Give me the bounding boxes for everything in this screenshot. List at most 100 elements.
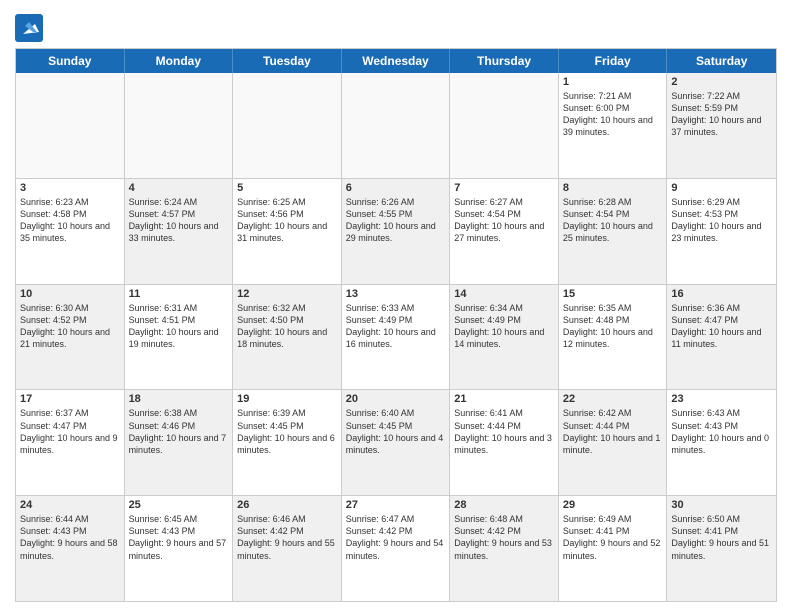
- cell-info: Sunrise: 6:34 AM Sunset: 4:49 PM Dayligh…: [454, 302, 554, 351]
- day-number: 4: [129, 182, 229, 194]
- calendar-cell: 16 Sunrise: 6:36 AM Sunset: 4:47 PM Dayli…: [667, 285, 776, 390]
- cell-info: Sunrise: 6:41 AM Sunset: 4:44 PM Dayligh…: [454, 407, 554, 456]
- cell-info: Sunrise: 6:27 AM Sunset: 4:54 PM Dayligh…: [454, 196, 554, 245]
- cell-info: Sunrise: 6:33 AM Sunset: 4:49 PM Dayligh…: [346, 302, 446, 351]
- calendar-cell: 27 Sunrise: 6:47 AM Sunset: 4:42 PM Dayli…: [342, 496, 451, 601]
- calendar-cell: 23Sunrise: 6:43 AM Sunset: 4:43 PM Dayli…: [667, 390, 776, 495]
- calendar-cell: 12Sunrise: 6:32 AM Sunset: 4:50 PM Dayli…: [233, 285, 342, 390]
- day-number: 2: [671, 76, 772, 88]
- header-cell-tuesday: Tuesday: [233, 49, 342, 73]
- day-number: 16: [671, 288, 772, 300]
- calendar-cell: 7 Sunrise: 6:27 AM Sunset: 4:54 PM Daylig…: [450, 179, 559, 284]
- cell-info: Sunrise: 6:46 AM Sunset: 4:42 PM Dayligh…: [237, 513, 337, 562]
- day-number: 29: [563, 499, 663, 511]
- day-number: 7: [454, 182, 554, 194]
- day-number: 21: [454, 393, 554, 405]
- cell-info: Sunrise: 7:21 AM Sunset: 6:00 PM Dayligh…: [563, 90, 663, 139]
- page: SundayMondayTuesdayWednesdayThursdayFrid…: [0, 0, 792, 612]
- calendar-cell: [342, 73, 451, 178]
- day-number: 20: [346, 393, 446, 405]
- day-number: 3: [20, 182, 120, 194]
- cell-info: Sunrise: 6:26 AM Sunset: 4:55 PM Dayligh…: [346, 196, 446, 245]
- cell-info: Sunrise: 6:42 AM Sunset: 4:44 PM Dayligh…: [563, 407, 663, 456]
- cell-info: Sunrise: 6:29 AM Sunset: 4:53 PM Dayligh…: [671, 196, 772, 245]
- calendar-cell: 3 Sunrise: 6:23 AM Sunset: 4:58 PM Daylig…: [16, 179, 125, 284]
- calendar-cell: 1Sunrise: 7:21 AM Sunset: 6:00 PM Daylig…: [559, 73, 668, 178]
- cell-info: Sunrise: 6:35 AM Sunset: 4:48 PM Dayligh…: [563, 302, 663, 351]
- calendar-cell: 19Sunrise: 6:39 AM Sunset: 4:45 PM Dayli…: [233, 390, 342, 495]
- header-cell-saturday: Saturday: [667, 49, 776, 73]
- day-number: 13: [346, 288, 446, 300]
- calendar-cell: 5 Sunrise: 6:25 AM Sunset: 4:56 PM Daylig…: [233, 179, 342, 284]
- day-number: 24: [20, 499, 120, 511]
- day-number: 8: [563, 182, 663, 194]
- cell-info: Sunrise: 6:47 AM Sunset: 4:42 PM Dayligh…: [346, 513, 446, 562]
- calendar-cell: 28Sunrise: 6:48 AM Sunset: 4:42 PM Dayli…: [450, 496, 559, 601]
- cell-info: Sunrise: 6:24 AM Sunset: 4:57 PM Dayligh…: [129, 196, 229, 245]
- calendar-row: 1Sunrise: 7:21 AM Sunset: 6:00 PM Daylig…: [16, 73, 776, 179]
- calendar-row: 10 Sunrise: 6:30 AM Sunset: 4:52 PM Dayli…: [16, 285, 776, 391]
- calendar-cell: 8Sunrise: 6:28 AM Sunset: 4:54 PM Daylig…: [559, 179, 668, 284]
- day-number: 9: [671, 182, 772, 194]
- calendar-cell: 18 Sunrise: 6:38 AM Sunset: 4:46 PM Dayli…: [125, 390, 234, 495]
- cell-info: Sunrise: 6:31 AM Sunset: 4:51 PM Dayligh…: [129, 302, 229, 351]
- calendar-cell: [450, 73, 559, 178]
- calendar-row: 24 Sunrise: 6:44 AM Sunset: 4:43 PM Dayli…: [16, 496, 776, 601]
- header: [15, 10, 777, 42]
- calendar-cell: 20 Sunrise: 6:40 AM Sunset: 4:45 PM Dayli…: [342, 390, 451, 495]
- header-cell-thursday: Thursday: [450, 49, 559, 73]
- calendar-cell: 25 Sunrise: 6:45 AM Sunset: 4:43 PM Dayli…: [125, 496, 234, 601]
- cell-info: Sunrise: 6:40 AM Sunset: 4:45 PM Dayligh…: [346, 407, 446, 456]
- cell-info: Sunrise: 6:39 AM Sunset: 4:45 PM Dayligh…: [237, 407, 337, 456]
- header-cell-wednesday: Wednesday: [342, 49, 451, 73]
- calendar-cell: 14 Sunrise: 6:34 AM Sunset: 4:49 PM Dayli…: [450, 285, 559, 390]
- day-number: 18: [129, 393, 229, 405]
- cell-info: Sunrise: 6:49 AM Sunset: 4:41 PM Dayligh…: [563, 513, 663, 562]
- cell-info: Sunrise: 6:25 AM Sunset: 4:56 PM Dayligh…: [237, 196, 337, 245]
- day-number: 15: [563, 288, 663, 300]
- day-number: 5: [237, 182, 337, 194]
- calendar-cell: 13 Sunrise: 6:33 AM Sunset: 4:49 PM Dayli…: [342, 285, 451, 390]
- cell-info: Sunrise: 6:50 AM Sunset: 4:41 PM Dayligh…: [671, 513, 772, 562]
- calendar-header: SundayMondayTuesdayWednesdayThursdayFrid…: [16, 49, 776, 73]
- calendar-cell: 6 Sunrise: 6:26 AM Sunset: 4:55 PM Daylig…: [342, 179, 451, 284]
- day-number: 26: [237, 499, 337, 511]
- calendar-cell: 11 Sunrise: 6:31 AM Sunset: 4:51 PM Dayli…: [125, 285, 234, 390]
- calendar-cell: 22Sunrise: 6:42 AM Sunset: 4:44 PM Dayli…: [559, 390, 668, 495]
- cell-info: Sunrise: 6:48 AM Sunset: 4:42 PM Dayligh…: [454, 513, 554, 562]
- logo-icon: [15, 14, 43, 42]
- header-cell-friday: Friday: [559, 49, 668, 73]
- calendar: SundayMondayTuesdayWednesdayThursdayFrid…: [15, 48, 777, 602]
- day-number: 14: [454, 288, 554, 300]
- cell-info: Sunrise: 6:45 AM Sunset: 4:43 PM Dayligh…: [129, 513, 229, 562]
- calendar-row: 3 Sunrise: 6:23 AM Sunset: 4:58 PM Daylig…: [16, 179, 776, 285]
- cell-info: Sunrise: 6:30 AM Sunset: 4:52 PM Dayligh…: [20, 302, 120, 351]
- cell-info: Sunrise: 6:32 AM Sunset: 4:50 PM Dayligh…: [237, 302, 337, 351]
- cell-info: Sunrise: 7:22 AM Sunset: 5:59 PM Dayligh…: [671, 90, 772, 139]
- calendar-cell: [233, 73, 342, 178]
- logo: [15, 14, 47, 42]
- day-number: 23: [671, 393, 772, 405]
- calendar-row: 17Sunrise: 6:37 AM Sunset: 4:47 PM Dayli…: [16, 390, 776, 496]
- calendar-cell: 24 Sunrise: 6:44 AM Sunset: 4:43 PM Dayli…: [16, 496, 125, 601]
- calendar-cell: 26 Sunrise: 6:46 AM Sunset: 4:42 PM Dayli…: [233, 496, 342, 601]
- day-number: 25: [129, 499, 229, 511]
- calendar-cell: 10 Sunrise: 6:30 AM Sunset: 4:52 PM Dayli…: [16, 285, 125, 390]
- day-number: 11: [129, 288, 229, 300]
- calendar-body: 1Sunrise: 7:21 AM Sunset: 6:00 PM Daylig…: [16, 73, 776, 601]
- cell-info: Sunrise: 6:36 AM Sunset: 4:47 PM Dayligh…: [671, 302, 772, 351]
- calendar-cell: 29 Sunrise: 6:49 AM Sunset: 4:41 PM Dayli…: [559, 496, 668, 601]
- calendar-cell: 30Sunrise: 6:50 AM Sunset: 4:41 PM Dayli…: [667, 496, 776, 601]
- calendar-cell: 15 Sunrise: 6:35 AM Sunset: 4:48 PM Dayli…: [559, 285, 668, 390]
- day-number: 10: [20, 288, 120, 300]
- day-number: 6: [346, 182, 446, 194]
- calendar-cell: [125, 73, 234, 178]
- day-number: 27: [346, 499, 446, 511]
- calendar-cell: 9 Sunrise: 6:29 AM Sunset: 4:53 PM Daylig…: [667, 179, 776, 284]
- header-cell-monday: Monday: [125, 49, 234, 73]
- cell-info: Sunrise: 6:44 AM Sunset: 4:43 PM Dayligh…: [20, 513, 120, 562]
- cell-info: Sunrise: 6:23 AM Sunset: 4:58 PM Dayligh…: [20, 196, 120, 245]
- cell-info: Sunrise: 6:38 AM Sunset: 4:46 PM Dayligh…: [129, 407, 229, 456]
- day-number: 17: [20, 393, 120, 405]
- calendar-cell: 17Sunrise: 6:37 AM Sunset: 4:47 PM Dayli…: [16, 390, 125, 495]
